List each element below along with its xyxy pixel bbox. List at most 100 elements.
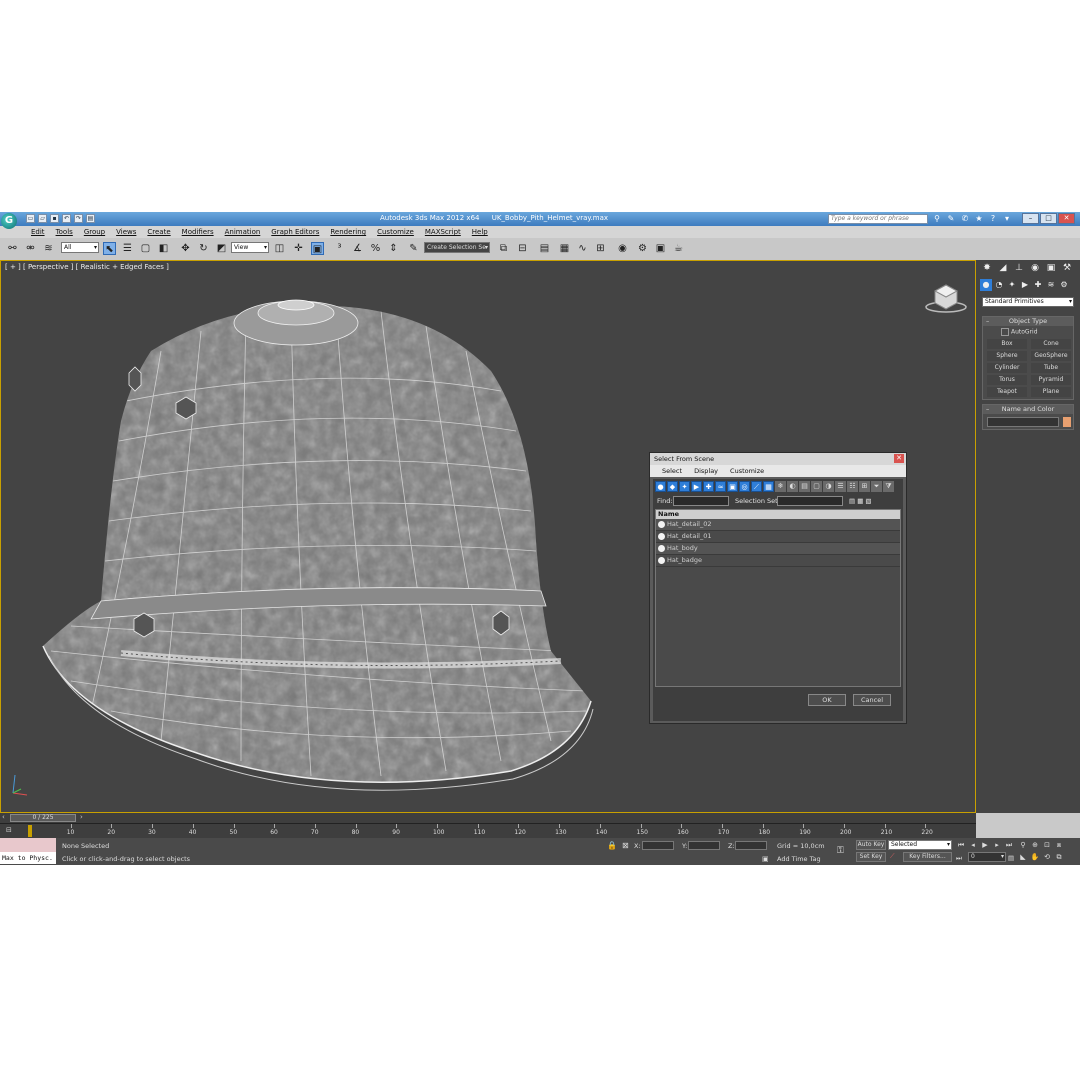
material-editor-icon[interactable]: ◉ — [616, 242, 629, 255]
rotate-icon[interactable]: ↻ — [197, 242, 210, 255]
name-and-color-header[interactable]: Name and Color — [983, 405, 1073, 414]
minimize-button[interactable]: – — [1022, 213, 1039, 224]
display-shapes-icon[interactable]: ◆ — [667, 481, 678, 492]
dialog-menu-customize[interactable]: Customize — [730, 465, 764, 477]
keyboard-shortcut-toggle-icon[interactable]: ▣ — [311, 242, 324, 255]
select-by-name-icon[interactable]: ☰ — [121, 242, 134, 255]
auto-key-button[interactable]: Auto Key — [856, 840, 886, 850]
selection-filter-dropdown[interactable]: All — [61, 242, 99, 253]
cone-button[interactable]: Cone — [1031, 339, 1071, 349]
snaps-toggle-icon[interactable]: ³ — [333, 242, 346, 255]
unlink-icon[interactable]: ⚮ — [24, 242, 37, 255]
z-coordinate-field[interactable] — [735, 841, 767, 850]
menu-views[interactable]: Views — [116, 228, 136, 236]
close-button[interactable]: ✕ — [1058, 213, 1075, 224]
name-column-header[interactable]: Name — [656, 510, 900, 519]
save-file-icon[interactable]: ▪ — [50, 214, 59, 223]
filter-options-icon[interactable]: ⧩ — [883, 481, 894, 492]
maxscript-listener-top[interactable] — [0, 838, 56, 852]
tube-button[interactable]: Tube — [1031, 363, 1071, 373]
play-icon[interactable]: ▶ — [980, 840, 990, 850]
display-bones-icon[interactable]: ⟋ — [751, 481, 762, 492]
menu-animation[interactable]: Animation — [225, 228, 261, 236]
bind-space-warp-icon[interactable]: ≋ — [42, 242, 55, 255]
select-manipulate-icon[interactable]: ✛ — [292, 242, 305, 255]
object-color-swatch[interactable] — [1063, 417, 1071, 427]
viewcube-icon[interactable] — [923, 279, 969, 315]
selection-set-dropdown[interactable] — [777, 496, 843, 506]
spinner-snap-icon[interactable]: ⇕ — [387, 242, 400, 255]
selection-set-tools-icon[interactable]: ▤ ▦ ▧ — [849, 497, 872, 505]
key-filters-button[interactable]: Key Filters... — [903, 852, 952, 862]
systems-category-icon[interactable]: ⚙ — [1058, 279, 1070, 291]
display-frozen-icon[interactable]: ❄ — [775, 481, 786, 492]
helpers-category-icon[interactable]: ✚ — [1032, 279, 1044, 291]
cancel-button[interactable]: Cancel — [853, 694, 891, 706]
menu-group[interactable]: Group — [84, 228, 105, 236]
next-frame-icon[interactable]: ▸ — [992, 840, 1002, 850]
move-icon[interactable]: ✥ — [179, 242, 192, 255]
help-icon[interactable]: ? — [988, 214, 998, 224]
field-of-view-icon[interactable]: ◣ — [1018, 852, 1028, 862]
select-all-icon[interactable]: ☰ — [835, 481, 846, 492]
display-hidden-icon[interactable]: ◐ — [787, 481, 798, 492]
sphere-button[interactable]: Sphere — [987, 351, 1027, 361]
display-geometry-icon[interactable]: ● — [655, 481, 666, 492]
window-crossing-icon[interactable]: ◧ — [157, 242, 170, 255]
new-file-icon[interactable]: ▭ — [26, 214, 35, 223]
select-invert-icon[interactable]: ⊞ — [859, 481, 870, 492]
shapes-category-icon[interactable]: ◔ — [993, 279, 1005, 291]
communication-icon[interactable]: ✆ — [960, 214, 970, 224]
utilities-tab-icon[interactable]: ⚒ — [1060, 262, 1074, 275]
edit-named-selection-icon[interactable]: ✎ — [407, 242, 420, 255]
infocenter-search-input[interactable]: Type a keyword or phrase — [828, 214, 928, 224]
schematic-view-icon[interactable]: ⊞ — [594, 242, 607, 255]
render-setup-icon[interactable]: ⚙ — [636, 242, 649, 255]
lights-category-icon[interactable]: ✦ — [1006, 279, 1018, 291]
dialog-menu-select[interactable]: Select — [662, 465, 682, 477]
zoom-all-icon[interactable]: ⊕ — [1030, 840, 1040, 850]
key-mode-dropdown[interactable]: Selected — [888, 840, 952, 850]
display-containers-icon[interactable]: ▦ — [763, 481, 774, 492]
angle-snap-icon[interactable]: ∡ — [351, 242, 364, 255]
modify-tab-icon[interactable]: ◢ — [996, 262, 1010, 275]
y-coordinate-field[interactable] — [688, 841, 720, 850]
zoom-icon[interactable]: ⚲ — [1018, 840, 1028, 850]
menu-graph-editors[interactable]: Graph Editors — [271, 228, 319, 236]
filter-icon[interactable]: ⏷ — [871, 481, 882, 492]
menu-customize[interactable]: Customize — [377, 228, 414, 236]
menu-modifiers[interactable]: Modifiers — [182, 228, 214, 236]
scale-icon[interactable]: ◩ — [215, 242, 228, 255]
set-key-button[interactable]: Set Key — [856, 852, 886, 862]
menu-tools[interactable]: Tools — [56, 228, 73, 236]
time-slider[interactable]: ‹ 0 / 225 › — [0, 813, 976, 823]
pan-icon[interactable]: ✋ — [1030, 852, 1040, 862]
orbit-icon[interactable]: ⟲ — [1042, 852, 1052, 862]
display-groups-icon[interactable]: ▣ — [727, 481, 738, 492]
perspective-viewport[interactable]: [ + ] [ Perspective ] [ Realistic + Edge… — [0, 260, 976, 813]
subscription-icon[interactable]: ✎ — [946, 214, 956, 224]
go-to-start-icon[interactable]: ⏮ — [956, 840, 966, 850]
open-file-icon[interactable]: ▱ — [38, 214, 47, 223]
link-icon[interactable]: ⚯ — [6, 242, 19, 255]
align-icon[interactable]: ⊟ — [516, 242, 529, 255]
selection-lock-icon[interactable]: 🔒 — [607, 841, 617, 850]
zoom-extents-all-icon[interactable]: ⧈ — [1054, 840, 1064, 850]
cameras-category-icon[interactable]: ▶ — [1019, 279, 1031, 291]
list-item[interactable]: Hat_badge — [656, 555, 900, 567]
x-coordinate-field[interactable] — [642, 841, 674, 850]
display-lights-icon[interactable]: ✦ — [679, 481, 690, 492]
render-production-icon[interactable]: ☕ — [672, 242, 685, 255]
maximize-button[interactable]: □ — [1040, 213, 1057, 224]
time-slider-prev-icon[interactable]: ‹ — [2, 813, 5, 821]
reference-coordinate-dropdown[interactable]: View — [231, 242, 269, 253]
object-category-dropdown[interactable]: Standard Primitives — [982, 297, 1074, 307]
list-item[interactable]: Hat_detail_01 — [656, 531, 900, 543]
favorites-star-icon[interactable]: ★ — [974, 214, 984, 224]
display-cameras-icon[interactable]: ▶ — [691, 481, 702, 492]
maximize-viewport-icon[interactable]: ⧉ — [1054, 852, 1064, 862]
rendered-frame-window-icon[interactable]: ▣ — [654, 242, 667, 255]
absolute-mode-icon[interactable]: ⊠ — [622, 841, 629, 850]
mirror-icon[interactable]: ⧉ — [497, 242, 510, 255]
pyramid-button[interactable]: Pyramid — [1031, 375, 1071, 385]
